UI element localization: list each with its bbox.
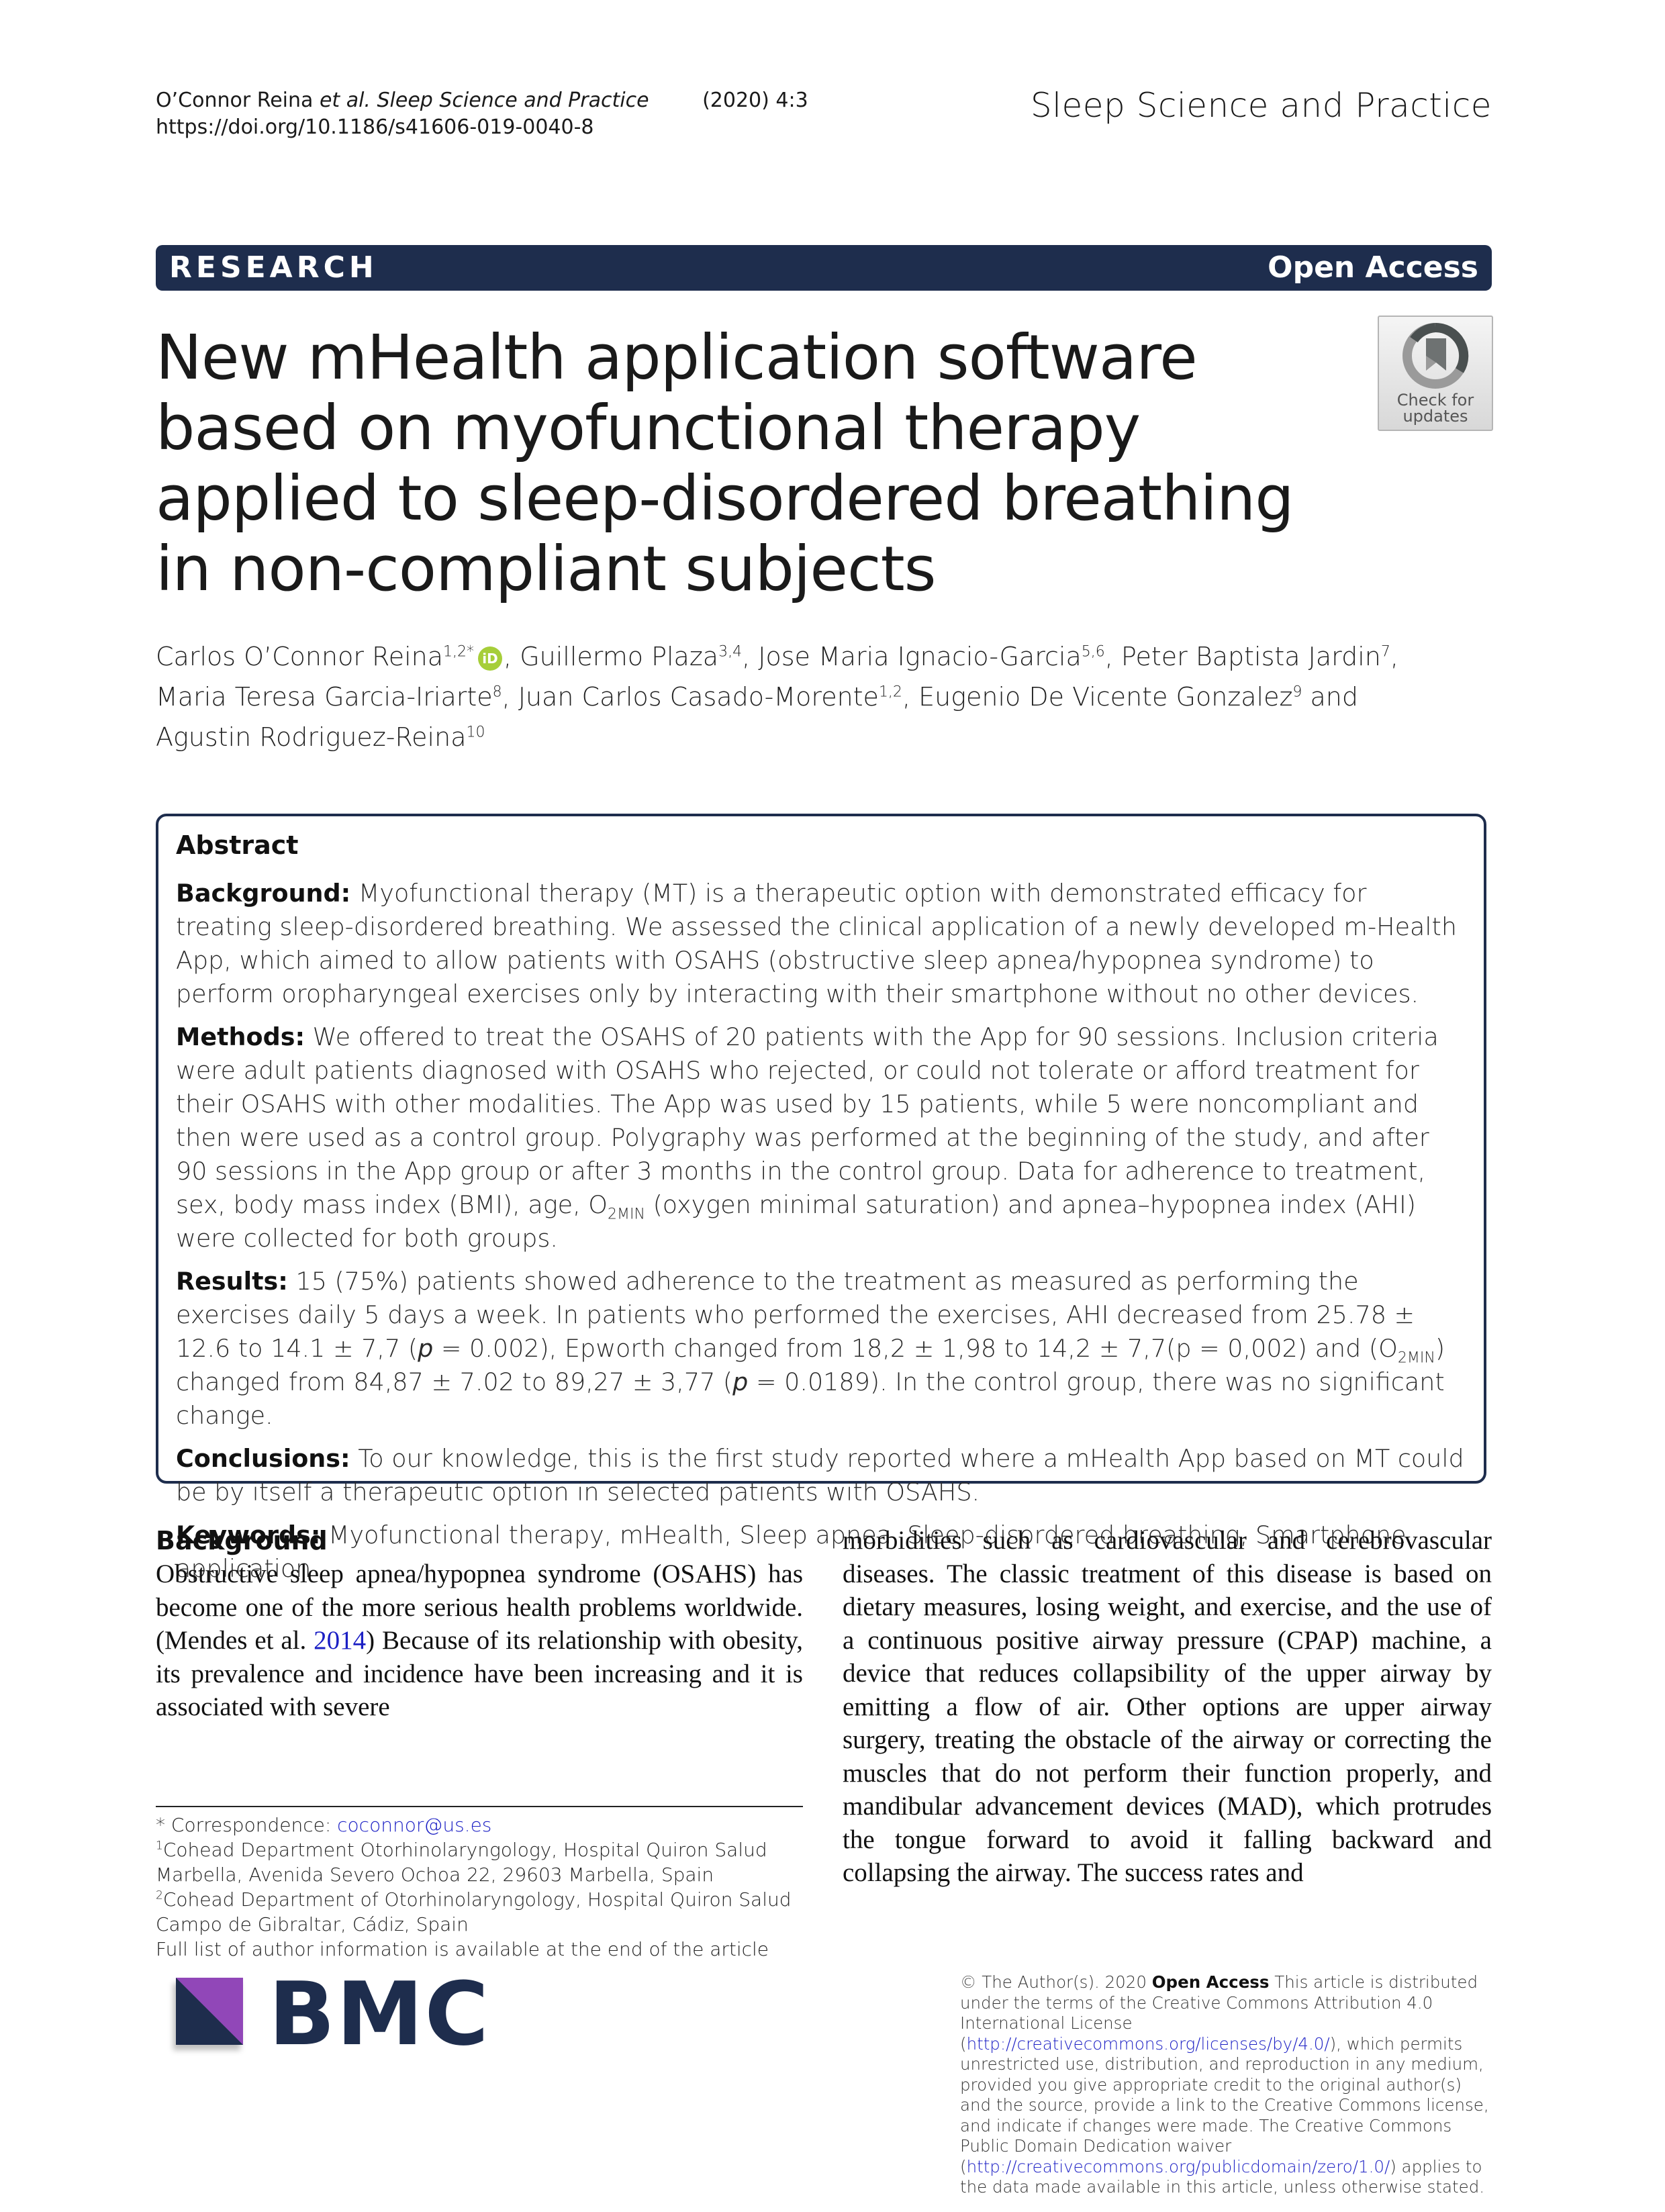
section-heading-background: Background: [156, 1526, 328, 1555]
bmc-logo[interactable]: BMC: [176, 1963, 489, 2065]
author-name[interactable]: Jose Maria Ignacio-Garcia: [758, 642, 1081, 671]
abstract-methods-label: Methods:: [176, 1022, 305, 1051]
author-affiliation-sup: 3,4: [718, 643, 743, 661]
cc0-waiver-link[interactable]: http://creativecommons.org/publicdomain/…: [967, 2157, 1390, 2176]
abstract-background: Background: Myofunctional therapy (MT) i…: [176, 877, 1465, 1011]
bmc-logo-text: BMC: [269, 1963, 490, 2065]
cc-by-license-link[interactable]: http://creativecommons.org/licenses/by/4…: [967, 2034, 1330, 2054]
body-column-right: morbidities such as cardiovascular and c…: [843, 1524, 1492, 1890]
article-type-banner: RESEARCH Open Access: [156, 245, 1492, 291]
copyright-text: © The Author(s). 2020: [960, 1972, 1152, 1992]
abstract-conclusions-text: To our knowledge, this is the first stud…: [176, 1444, 1464, 1506]
affiliation-text: Cohead Department of Otorhinolaryngology…: [156, 1888, 792, 1935]
check-for-updates-button[interactable]: Check for updates: [1378, 316, 1493, 431]
affiliation-sup: 1: [156, 1839, 163, 1853]
license-open-access-label: Open Access: [1151, 1972, 1270, 1992]
author-name[interactable]: Juan Carlos Casado-Morente: [518, 682, 879, 712]
affiliation-text: Cohead Department Otorhinolaryngology, H…: [156, 1839, 767, 1886]
bmc-logo-square-icon: [176, 1978, 243, 2045]
check-for-updates-line1: Check for: [1396, 391, 1474, 410]
affiliation-sup: 2: [156, 1888, 163, 1903]
body-column-left: Background Obstructive sleep apnea/hypop…: [156, 1524, 803, 1724]
doi-link[interactable]: https://doi.org/10.1186/s41606-019-0040-…: [156, 114, 808, 141]
abstract-background-label: Background:: [176, 879, 351, 908]
author-name[interactable]: Carlos O’Connor Reina: [156, 642, 443, 671]
journal-name: Sleep Science and Practice: [1030, 86, 1492, 125]
author-affiliation-sup: 7: [1380, 643, 1390, 661]
abstract-conclusions: Conclusions: To our knowledge, this is t…: [176, 1442, 1465, 1509]
reference-link[interactable]: 2014: [314, 1626, 366, 1655]
running-header: O’Connor Reina et al. Sleep Science and …: [156, 87, 808, 141]
abstract-methods: Methods: We offered to treat the OSAHS o…: [176, 1020, 1465, 1255]
author-affiliation-sup: 5,6: [1081, 643, 1105, 661]
footnotes: * Correspondence: coconnor@us.es 1Cohead…: [156, 1813, 803, 1962]
author-name[interactable]: Eugenio De Vicente Gonzalez: [918, 682, 1292, 712]
o2min-subscript: 2MIN: [608, 1206, 645, 1223]
author-name[interactable]: Peter Baptista Jardin: [1121, 642, 1381, 671]
author-affiliation-sup: 10: [466, 724, 485, 741]
author-name[interactable]: Maria Teresa Garcia-Iriarte: [156, 682, 493, 712]
license-text-cont: ), which permits unrestricted use, distr…: [960, 2033, 1489, 2176]
author-conjunction: and: [1310, 682, 1359, 712]
affiliation-1: 1Cohead Department Otorhinolaryngology, …: [156, 1837, 803, 1887]
correspondence-line: * Correspondence: coconnor@us.es: [156, 1813, 803, 1837]
bookmark-circle-icon: [1402, 322, 1469, 389]
abstract-heading: Abstract: [176, 830, 299, 860]
p-value-symbol: p: [732, 1367, 749, 1396]
check-for-updates-line2: updates: [1402, 407, 1468, 426]
footnote-divider: [156, 1806, 803, 1807]
article-type-label: RESEARCH: [169, 250, 378, 285]
author-affiliation-sup: 1,2: [878, 683, 902, 701]
orcid-icon[interactable]: iD: [478, 646, 503, 671]
correspondence-label: * Correspondence:: [156, 1814, 338, 1836]
author-name[interactable]: Guillermo Plaza: [520, 642, 718, 671]
p-value-symbol: p: [418, 1334, 434, 1363]
article-title: New mHealth application software based o…: [156, 322, 1294, 605]
body-paragraph-right: morbidities such as cardiovascular and c…: [843, 1526, 1492, 1887]
abstract-conclusions-label: Conclusions:: [176, 1444, 350, 1473]
abstract-box: Abstract Background: Myofunctional thera…: [156, 814, 1486, 1583]
running-journal: Sleep Science and Practice: [377, 89, 649, 112]
o2min-subscript: 2MIN: [1397, 1349, 1435, 1367]
abstract-background-text: Myofunctional therapy (MT) is a therapeu…: [176, 879, 1457, 1008]
abstract-results-label: Results:: [176, 1267, 288, 1296]
running-citation-line: O’Connor Reina et al. Sleep Science and …: [156, 87, 808, 114]
affiliation-2: 2Cohead Department of Otorhinolaryngolog…: [156, 1887, 803, 1937]
running-etal: et al.: [319, 89, 371, 112]
running-authors: O’Connor Reina: [156, 89, 314, 112]
correspondence-email-link[interactable]: coconnor@us.es: [337, 1814, 491, 1836]
body-paragraph: Obstructive sleep apnea/hypopnea syndrom…: [156, 1557, 803, 1724]
author-affiliation-sup: 9: [1292, 683, 1302, 701]
author-list: Carlos O’Connor Reina1,2* iD, Guillermo P…: [156, 642, 1398, 752]
author-name[interactable]: Agustin Rodriguez-Reina: [156, 722, 466, 752]
license-notice: © The Author(s). 2020 Open Access This a…: [960, 1972, 1497, 2198]
full-author-info-note: Full list of author information is avail…: [156, 1938, 769, 1960]
author-affiliation-sup: 1,2*: [443, 643, 475, 661]
abstract-results: Results: 15 (75%) patients showed adhere…: [176, 1265, 1465, 1433]
running-volume: (2020) 4:3: [702, 89, 808, 112]
open-access-label: Open Access: [1268, 250, 1478, 285]
author-affiliation-sup: 8: [492, 683, 502, 701]
abstract-results-text-cont: = 0.002), Epworth changed from 18,2 ± 1,…: [433, 1334, 1398, 1363]
